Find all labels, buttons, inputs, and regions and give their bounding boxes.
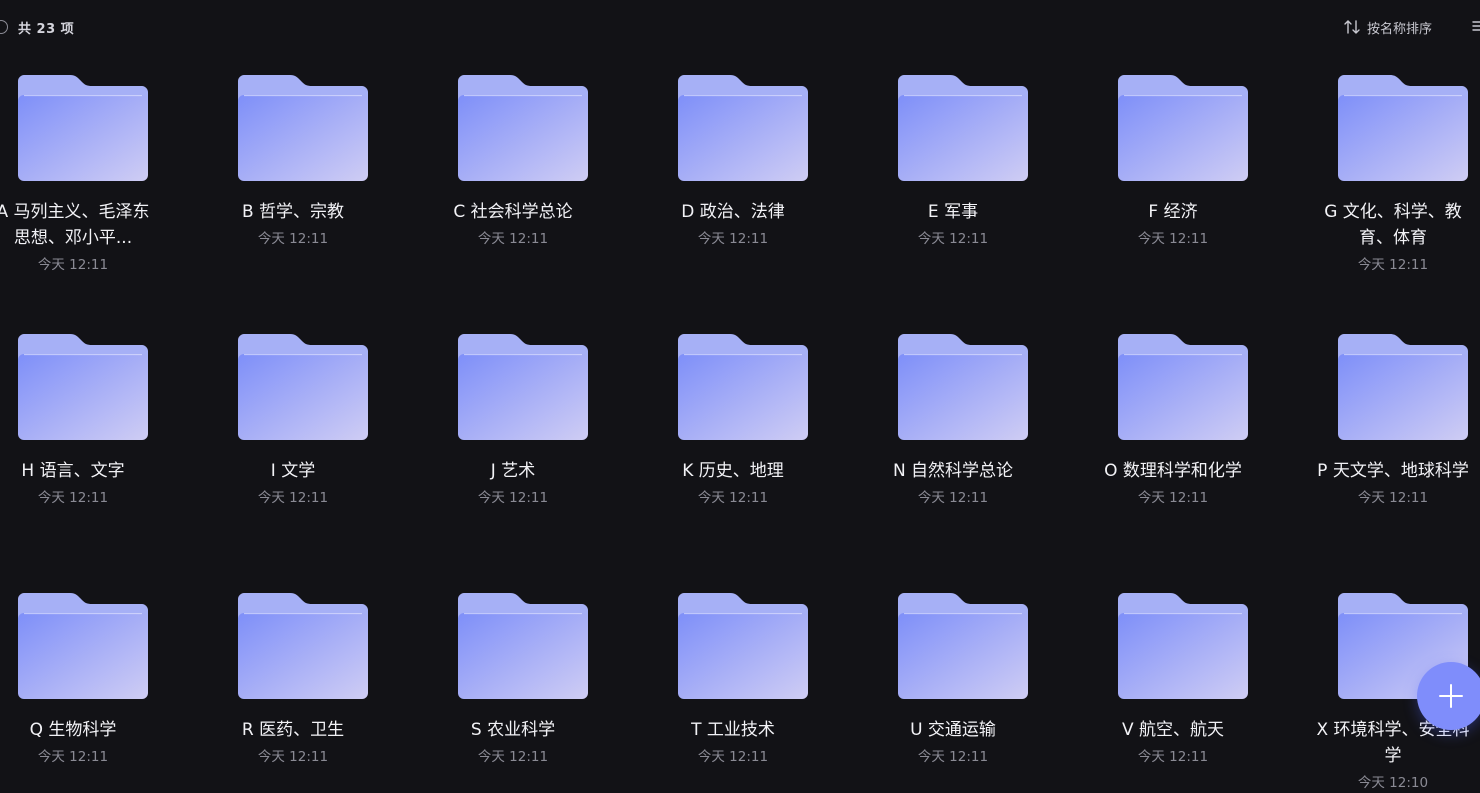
folder-name: F 经济: [1148, 202, 1198, 222]
folder-icon: [18, 593, 148, 699]
folder-icon: [238, 593, 368, 699]
add-button[interactable]: [1417, 662, 1480, 730]
folder-icon: [1338, 75, 1468, 181]
list-view-icon[interactable]: [1472, 20, 1480, 32]
folder-name: B 哲学、宗教: [241, 202, 345, 222]
folder-icon: [18, 334, 148, 440]
folder-name: U 交通运输: [910, 720, 996, 740]
folder-modified-time: 今天 12:11: [1357, 490, 1429, 506]
folder-modified-time: 今天 12:10: [1357, 775, 1429, 791]
folder-modified-time: 今天 12:11: [257, 231, 329, 247]
folder-modified-time: 今天 12:11: [1137, 231, 1209, 247]
folder-modified-time: 今天 12:11: [477, 749, 549, 765]
folder-icon: [18, 75, 148, 181]
folder-name: C 社会科学总论: [453, 202, 573, 222]
folder-name: N 自然科学总论: [892, 461, 1014, 481]
folder-icon: [1338, 334, 1468, 440]
folder-modified-time: 今天 12:11: [37, 490, 109, 506]
toolbar: 共 23 项 按名称排序: [0, 0, 1480, 52]
folder-name: E 军事: [927, 202, 979, 222]
folder-icon: [238, 334, 368, 440]
folder-modified-time: 今天 12:11: [1137, 490, 1209, 506]
folder-modified-time: 今天 12:11: [917, 231, 989, 247]
folder-name: A 马列主义、毛泽东思想、邓小平...: [0, 202, 150, 248]
folder-icon: [458, 75, 588, 181]
folder-modified-time: 今天 12:11: [1357, 257, 1429, 273]
folder-icon: [898, 593, 1028, 699]
folder-modified-time: 今天 12:11: [697, 231, 769, 247]
folder-icon: [1118, 75, 1248, 181]
folder-name: H 语言、文字: [21, 461, 125, 481]
folder-icon: [678, 75, 808, 181]
folder-name: Q 生物科学: [29, 720, 117, 740]
folder-name: O 数理科学和化学: [1104, 461, 1242, 481]
folder-icon: [1118, 593, 1248, 699]
sort-label: 按名称排序: [1366, 21, 1432, 37]
item-count-label: 共 23 项: [18, 21, 75, 37]
folder-modified-time: 今天 12:11: [257, 749, 329, 765]
folder-modified-time: 今天 12:11: [697, 749, 769, 765]
select-all-checkbox[interactable]: [0, 20, 8, 34]
folder-icon: [458, 593, 588, 699]
folder-name: J 艺术: [490, 461, 536, 481]
folder-modified-time: 今天 12:11: [37, 257, 109, 273]
folder-name: D 政治、法律: [681, 202, 785, 222]
sort-arrows-icon: [1344, 20, 1360, 34]
folder-icon: [678, 593, 808, 699]
plus-icon: [1439, 684, 1463, 708]
folder-name: R 医药、卫生: [241, 720, 345, 740]
folder-name: T 工业技术: [691, 720, 775, 740]
folder-icon: [898, 75, 1028, 181]
folder-modified-time: 今天 12:11: [697, 490, 769, 506]
item-count: 共 23 项: [0, 17, 74, 37]
folder-modified-time: 今天 12:11: [917, 490, 989, 506]
folder-name: P 天文学、地球科学: [1317, 461, 1469, 481]
folder-modified-time: 今天 12:11: [477, 490, 549, 506]
folder-icon: [678, 334, 808, 440]
folder-name: S 农业科学: [470, 720, 556, 740]
folder-name: K 历史、地理: [682, 461, 784, 481]
folder-modified-time: 今天 12:11: [477, 231, 549, 247]
sort-button[interactable]: 按名称排序: [1343, 17, 1432, 37]
folder-modified-time: 今天 12:11: [37, 749, 109, 765]
folder-icon: [458, 334, 588, 440]
folder-icon: [1118, 334, 1248, 440]
folder-name: G 文化、科学、教育、体育: [1324, 202, 1462, 248]
folder-name: V 航空、航天: [1121, 720, 1225, 740]
folder-icon: [238, 75, 368, 181]
folder-icon: [898, 334, 1028, 440]
folder-modified-time: 今天 12:11: [257, 490, 329, 506]
folder-name: I 文学: [270, 461, 316, 481]
folder-modified-time: 今天 12:11: [1137, 749, 1209, 765]
folder-modified-time: 今天 12:11: [917, 749, 989, 765]
